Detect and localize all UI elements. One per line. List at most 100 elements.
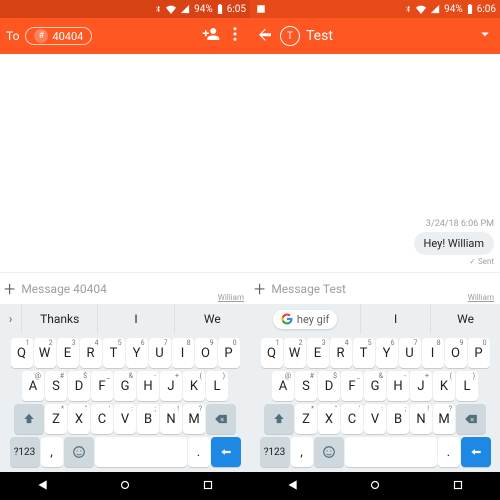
key-O[interactable]: O9	[195, 338, 217, 368]
key-T[interactable]: T5	[353, 338, 375, 368]
key-L[interactable]: L)	[206, 371, 228, 401]
wifi-icon	[416, 4, 426, 15]
key-C[interactable]: C'	[341, 404, 363, 434]
key-Z[interactable]: Z*	[295, 404, 317, 434]
nav-recent[interactable]	[201, 477, 215, 496]
nav-back[interactable]	[285, 477, 299, 496]
key-J[interactable]: J+	[160, 371, 182, 401]
key-V[interactable]: V:	[364, 404, 386, 434]
key-B[interactable]: B;	[137, 404, 159, 434]
emoji-key[interactable]	[314, 437, 344, 467]
add-contact-icon[interactable]	[202, 25, 220, 47]
key-K[interactable]: K(	[433, 371, 455, 401]
key-N[interactable]: N!	[410, 404, 432, 434]
back-button[interactable]	[256, 25, 274, 47]
key-W[interactable]: W2	[284, 338, 306, 368]
battery-pct: 94%	[444, 4, 463, 15]
key-Q[interactable]: Q1	[11, 338, 33, 368]
comma-key[interactable]: ,	[291, 437, 313, 467]
expand-suggestions[interactable]: ›	[0, 304, 22, 334]
message-bubble[interactable]: Hey! William	[414, 232, 494, 255]
key-M[interactable]: M?	[433, 404, 455, 434]
key-C[interactable]: C'	[91, 404, 113, 434]
key-K[interactable]: K(	[183, 371, 205, 401]
key-M[interactable]: M?	[183, 404, 205, 434]
emoji-key[interactable]	[64, 437, 94, 467]
key-G[interactable]: G&	[114, 371, 136, 401]
key-D[interactable]: D$	[318, 371, 340, 401]
comma-key[interactable]: ,	[41, 437, 63, 467]
key-A[interactable]: A@	[22, 371, 44, 401]
backspace-key[interactable]	[456, 404, 486, 434]
key-T[interactable]: T5	[103, 338, 125, 368]
key-D[interactable]: D$	[68, 371, 90, 401]
key-U[interactable]: U7	[399, 338, 421, 368]
nav-recent[interactable]	[451, 477, 465, 496]
expand-icon[interactable]	[476, 25, 494, 47]
key-F[interactable]: F_	[341, 371, 363, 401]
key-E[interactable]: E3	[307, 338, 329, 368]
period-key[interactable]: .	[188, 437, 210, 467]
attach-button[interactable]: +	[254, 279, 265, 299]
backspace-key[interactable]	[206, 404, 236, 434]
key-X[interactable]: X"	[318, 404, 340, 434]
avatar[interactable]: T	[280, 26, 300, 46]
key-Q[interactable]: Q1	[261, 338, 283, 368]
recipient-number: 40404	[52, 30, 83, 43]
key-F[interactable]: F_	[91, 371, 113, 401]
key-R[interactable]: R4	[330, 338, 352, 368]
key-P[interactable]: P0	[218, 338, 240, 368]
shift-key[interactable]	[264, 404, 294, 434]
suggestion-1[interactable]: Thanks	[22, 304, 98, 334]
key-P[interactable]: P0	[468, 338, 490, 368]
keyboard: Q1W2E3R4T5Y6U7I8O9P0 A@S#D$F_G&H-J+K(L) …	[250, 334, 500, 472]
key-J[interactable]: J+	[410, 371, 432, 401]
key-V[interactable]: V:	[114, 404, 136, 434]
suggestion-2[interactable]: I	[98, 304, 174, 334]
nav-home[interactable]	[118, 477, 132, 496]
key-row-4: ?123,.	[2, 437, 248, 467]
key-I[interactable]: I8	[422, 338, 444, 368]
key-O[interactable]: O9	[445, 338, 467, 368]
key-I[interactable]: I8	[172, 338, 194, 368]
key-S[interactable]: S#	[295, 371, 317, 401]
key-S[interactable]: S#	[45, 371, 67, 401]
key-N[interactable]: N!	[160, 404, 182, 434]
message-input[interactable]: Message Test	[271, 282, 496, 296]
nav-home[interactable]	[368, 477, 382, 496]
enter-key[interactable]	[461, 437, 491, 467]
key-Y[interactable]: Y6	[376, 338, 398, 368]
recipient-chip[interactable]: # 40404	[25, 27, 92, 45]
key-W[interactable]: W2	[34, 338, 56, 368]
enter-key[interactable]	[211, 437, 241, 467]
clock: 6:06	[477, 4, 496, 15]
key-H[interactable]: H-	[387, 371, 409, 401]
key-A[interactable]: A@	[272, 371, 294, 401]
symbols-key[interactable]: ?123	[260, 437, 290, 467]
more-icon[interactable]	[226, 25, 244, 47]
shift-key[interactable]	[14, 404, 44, 434]
key-X[interactable]: X"	[68, 404, 90, 434]
keyboard: Q1W2E3R4T5Y6U7I8O9P0 A@S#D$F_G&H-J+K(L) …	[0, 334, 250, 472]
suggestion-3[interactable]: We	[175, 304, 250, 334]
key-R[interactable]: R4	[80, 338, 102, 368]
symbols-key[interactable]: ?123	[10, 437, 40, 467]
key-G[interactable]: G&	[364, 371, 386, 401]
google-search-chip[interactable]: hey gif	[250, 304, 361, 334]
key-Y[interactable]: Y6	[126, 338, 148, 368]
space-key[interactable]	[95, 437, 187, 467]
nav-back[interactable]	[35, 477, 49, 496]
key-B[interactable]: B;	[387, 404, 409, 434]
suggestion-2[interactable]: I	[361, 304, 431, 334]
key-L[interactable]: L)	[456, 371, 478, 401]
key-E[interactable]: E3	[57, 338, 79, 368]
attach-button[interactable]: +	[4, 279, 15, 299]
message-input[interactable]: Message 40404	[21, 282, 246, 296]
period-key[interactable]: .	[438, 437, 460, 467]
conversation-area[interactable]: 3/24/18 6:06 PM Hey! William ✓ Sent	[250, 54, 500, 272]
key-Z[interactable]: Z*	[45, 404, 67, 434]
key-H[interactable]: H-	[137, 371, 159, 401]
key-U[interactable]: U7	[149, 338, 171, 368]
suggestion-3[interactable]: We	[431, 304, 500, 334]
space-key[interactable]	[345, 437, 437, 467]
